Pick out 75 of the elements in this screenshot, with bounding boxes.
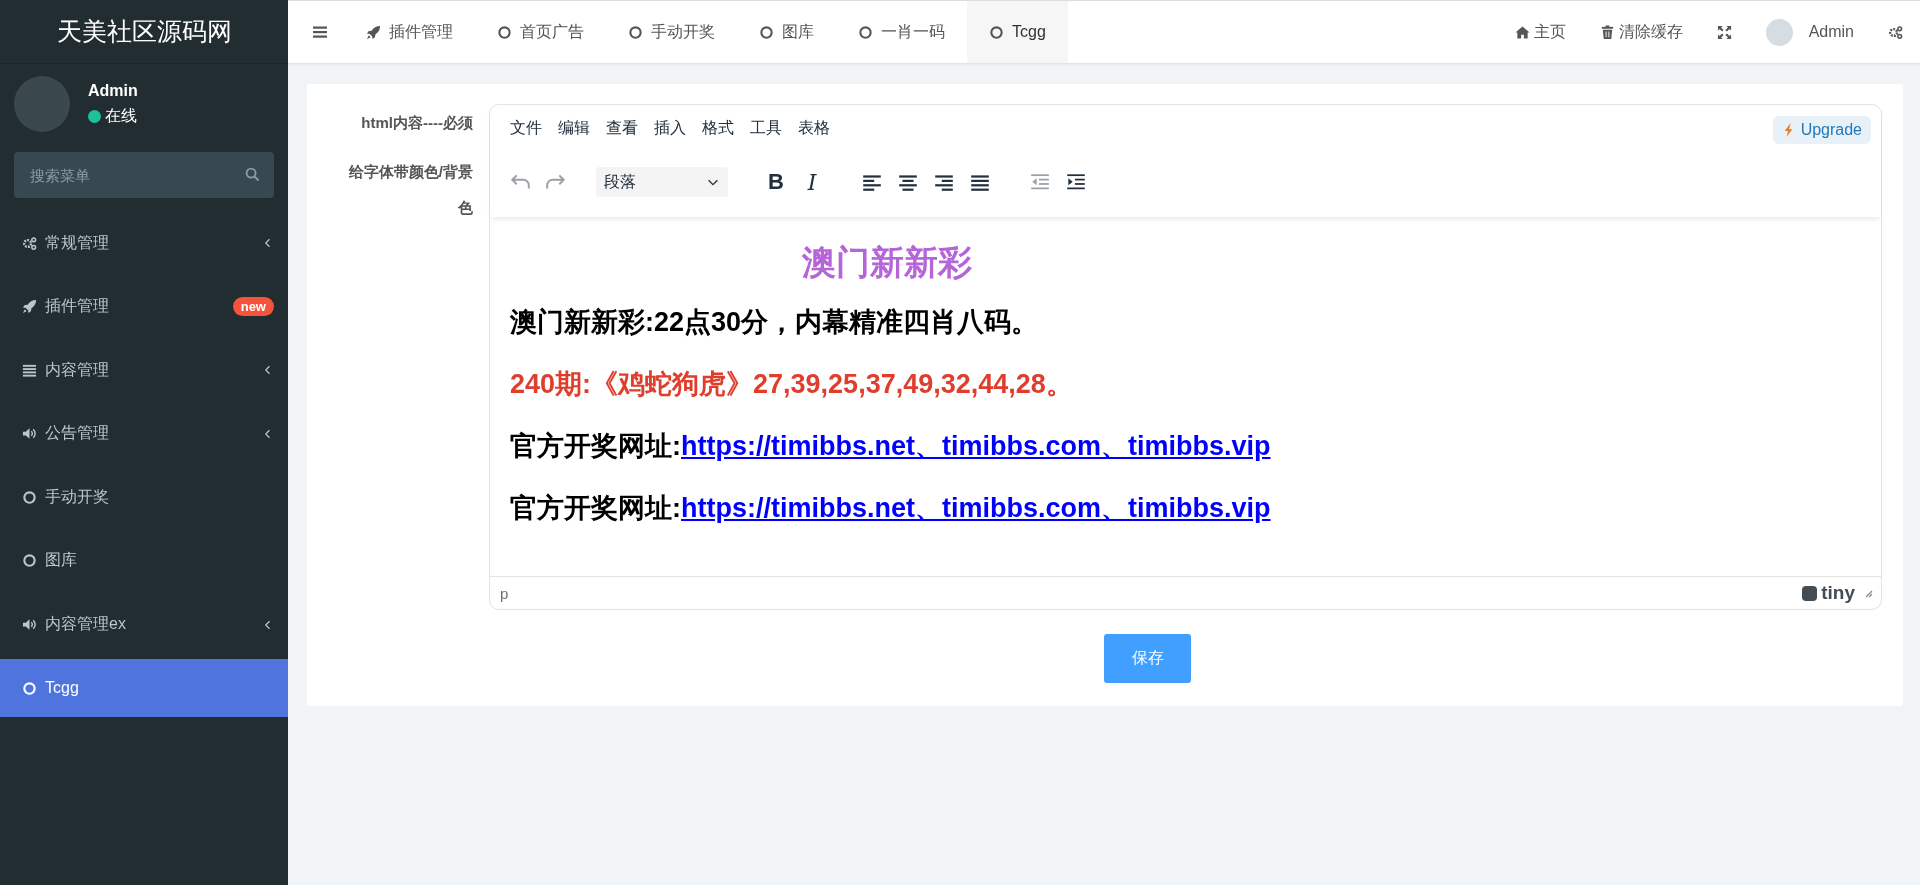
editor-menu-item[interactable]: 插入 — [646, 117, 694, 139]
expand-icon — [1716, 24, 1732, 40]
online-dot — [88, 109, 101, 123]
sidebar-item[interactable]: 内容管理ex — [0, 595, 288, 654]
sidebar-item[interactable]: 公告管理 — [0, 404, 288, 463]
menu-icon — [312, 24, 328, 40]
website-link[interactable]: https://timibbs.net、timibbs.com、timibbs.vip — [681, 490, 1271, 526]
new-badge: new — [232, 297, 274, 317]
content-paragraph: 官方开奖网址:https://timibbs.net、timibbs.com、timibbs.vip — [510, 477, 1861, 539]
sidebar-item-label: Tcgg — [45, 679, 80, 698]
toolbar-link[interactable]: 主页 — [1497, 1, 1583, 63]
content-paragraph: 澳门新新彩:22点30分，内幕精准四肖八码。 — [510, 306, 1040, 339]
user-name: Admin — [88, 81, 138, 100]
gears-icon — [1888, 24, 1903, 40]
field-label: html内容----必须 — [361, 114, 473, 132]
upgrade-button[interactable]: Upgrade — [1772, 116, 1871, 144]
editor-menu-item[interactable]: 编辑 — [550, 117, 598, 139]
content-paragraph: 官方开奖网址:https://timibbs.net、timibbs.com、timibbs.vip — [510, 415, 1861, 477]
page-tab[interactable]: 首页广告 — [475, 1, 606, 63]
website-link[interactable]: https://timibbs.net、timibbs.com、timibbs.vip — [681, 428, 1271, 464]
trash-icon — [1599, 24, 1615, 40]
speaker-icon — [22, 426, 37, 442]
sidebar-item-label: 公告管理 — [45, 423, 110, 444]
sidebar-item-label: 内容管理ex — [45, 614, 127, 635]
sidebar-item-label: 图库 — [45, 550, 78, 571]
page-tab[interactable]: Tcgg — [967, 1, 1068, 63]
editor-menu-item[interactable]: 文件 — [502, 117, 550, 139]
avatar-icon — [1765, 18, 1793, 46]
sidebar-item-label: 手动开奖 — [45, 486, 110, 507]
content-heading: 澳门新新彩 — [802, 242, 973, 283]
page-tab[interactable]: 手动开奖 — [606, 1, 737, 63]
gears-icon — [22, 235, 37, 251]
editor-menu-item[interactable]: 工具 — [742, 117, 790, 139]
bold-button[interactable]: B — [758, 164, 794, 200]
field-label: 给字体带颜色/背景色 — [347, 162, 473, 218]
sidebar-item-label: 内容管理 — [45, 359, 110, 380]
circle-icon — [628, 24, 643, 40]
rocket-icon — [366, 24, 381, 40]
editor-menu-item[interactable]: 表格 — [790, 117, 838, 139]
content-paragraph: 240期:《鸡蛇狗虎》27,39,25,37,49,32,44,28。 — [510, 368, 1074, 401]
sidebar-item[interactable]: 常规管理 — [0, 214, 288, 272]
online-status: 在线 — [105, 105, 137, 126]
search-icon — [245, 167, 260, 182]
italic-button[interactable]: I — [794, 164, 830, 200]
sidebar-item[interactable]: 插件管理 new — [0, 277, 288, 336]
sidebar-item[interactable]: 图库 — [0, 531, 288, 590]
circle-icon — [22, 553, 37, 569]
avatar — [14, 76, 70, 132]
brand-logo[interactable]: tiny — [1802, 582, 1855, 604]
menu-search-field[interactable]: 搜索菜单 — [14, 152, 274, 198]
page-tab[interactable]: 插件管理 — [344, 1, 475, 63]
speaker-icon — [22, 617, 37, 633]
rocket-icon — [22, 299, 37, 315]
block-format-dropdown[interactable]: 段落 — [596, 167, 728, 197]
editor-menu-item[interactable]: 格式 — [694, 117, 742, 139]
page-tab[interactable]: 图库 — [737, 1, 836, 63]
sidebar-item-label: 常规管理 — [45, 232, 110, 253]
toolbar-link[interactable]: Admin — [1748, 1, 1871, 63]
circle-icon — [989, 24, 1004, 40]
toolbar-link[interactable]: 清除缓存 — [1582, 1, 1700, 63]
sidebar-item[interactable]: 手动开奖 — [0, 468, 288, 527]
editor-menu-item[interactable]: 查看 — [598, 117, 646, 139]
sidebar-item[interactable]: 内容管理 — [0, 341, 288, 400]
sidebar-item[interactable]: Tcgg — [0, 659, 288, 718]
list-icon — [22, 362, 37, 378]
circle-icon — [497, 24, 512, 40]
element-path[interactable]: p — [500, 584, 509, 602]
page-tab[interactable]: 一肖一码 — [836, 1, 967, 63]
circle-icon — [22, 489, 37, 505]
resize-handle-icon — [1863, 588, 1873, 598]
sidebar-item-label: 插件管理 — [45, 296, 110, 317]
circle-icon — [22, 680, 37, 696]
home-icon — [1514, 24, 1530, 40]
circle-icon — [759, 24, 774, 40]
circle-icon — [858, 24, 873, 40]
